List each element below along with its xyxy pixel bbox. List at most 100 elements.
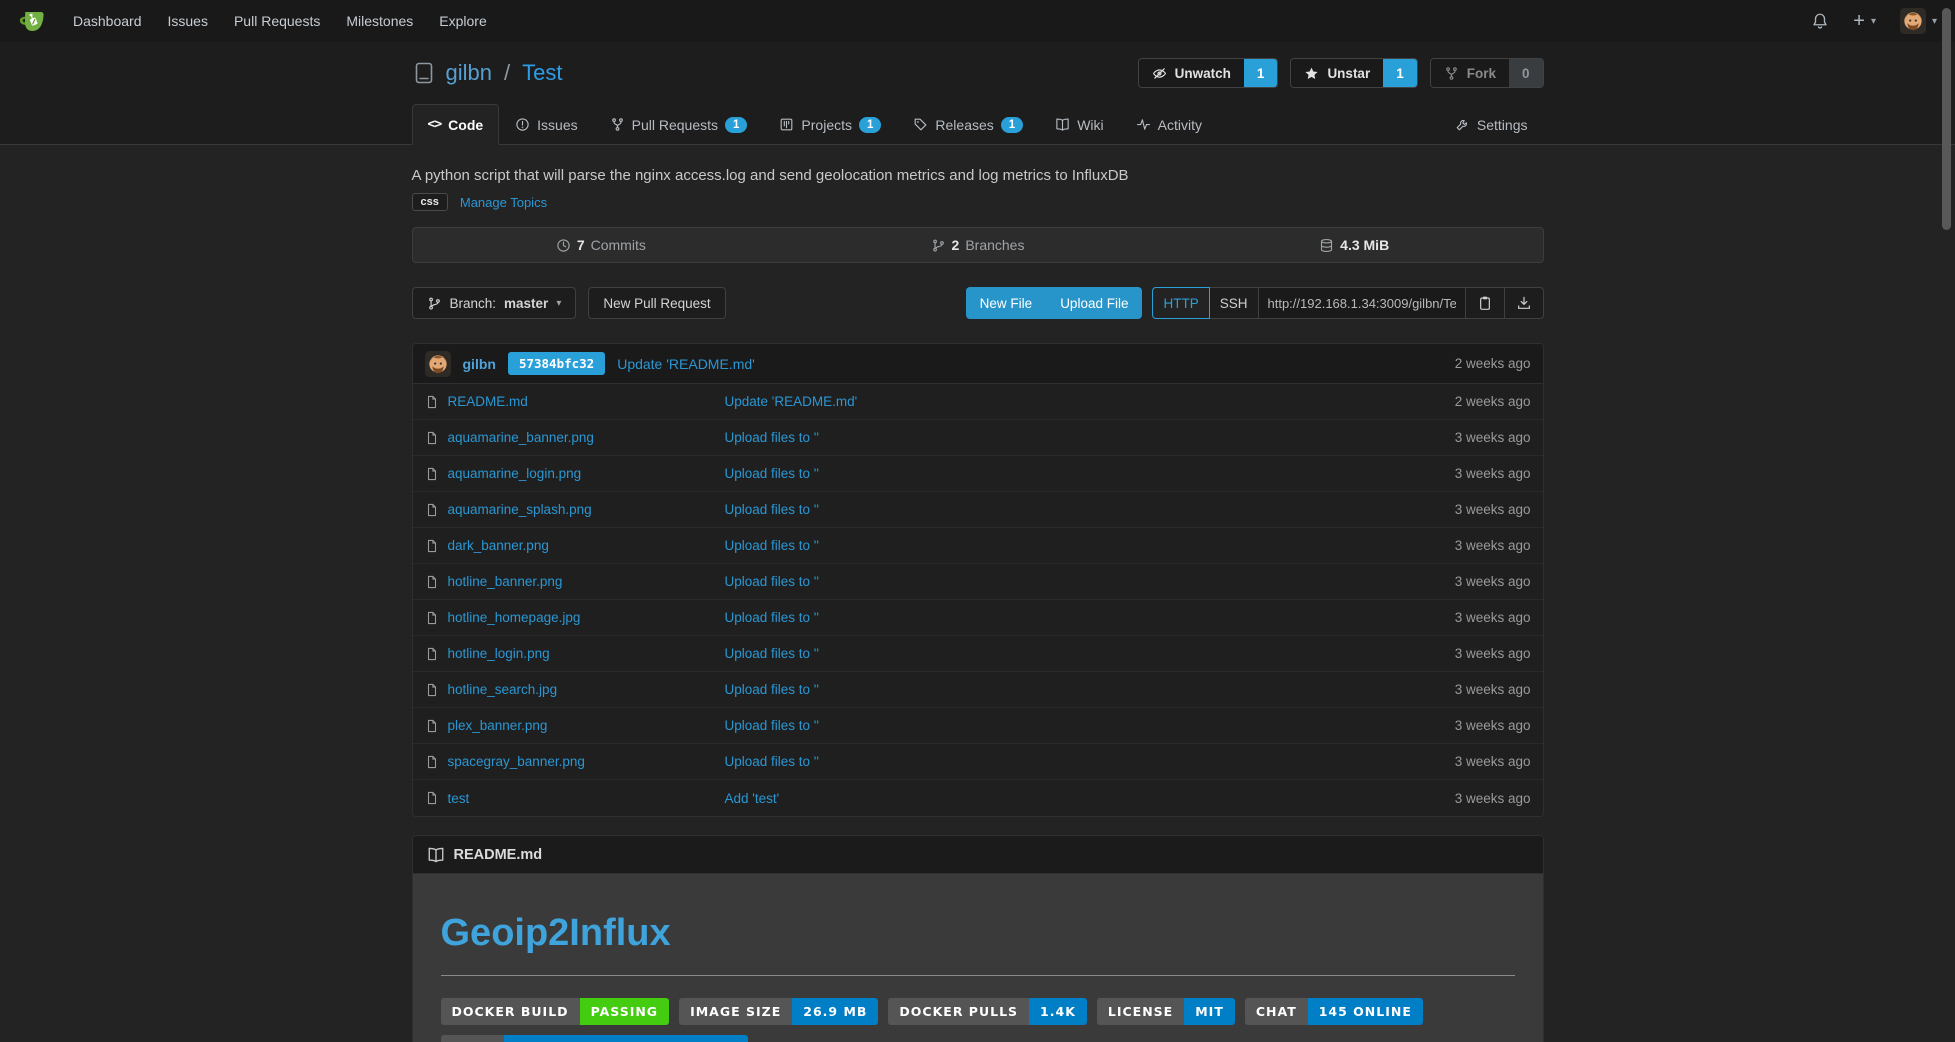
tab-wiki[interactable]: Wiki (1039, 104, 1119, 145)
gitea-logo[interactable] (18, 7, 47, 36)
unwatch-button[interactable]: Unwatch 1 (1138, 58, 1279, 88)
file-commit-message-link[interactable]: Upload files to '' (725, 466, 819, 481)
file-commit-message-link[interactable]: Upload files to '' (725, 646, 819, 661)
watch-count[interactable]: 1 (1244, 59, 1278, 87)
file-commit-message-link[interactable]: Upload files to '' (725, 610, 819, 625)
readme-badge[interactable]: IMAGE SIZE 26.9 MB (679, 998, 878, 1025)
file-link[interactable]: hotline_search.jpg (448, 682, 558, 697)
file-commit-message-link[interactable]: Upload files to '' (725, 430, 819, 445)
create-new-dropdown[interactable]: + ▾ (1853, 11, 1876, 31)
unstar-label: Unstar (1327, 66, 1370, 81)
star-count[interactable]: 1 (1383, 59, 1417, 87)
repo-name-link[interactable]: Test (522, 60, 562, 86)
tab-issues[interactable]: Issues (499, 104, 593, 145)
vertical-scrollbar-thumb[interactable] (1942, 8, 1951, 230)
file-link[interactable]: spacegray_banner.png (448, 754, 585, 769)
new-pull-request-label: New Pull Request (603, 296, 710, 311)
readme-badge[interactable]: CHAT 145 ONLINE (1245, 998, 1423, 1025)
file-name-cell: test (425, 791, 725, 806)
releases-count-badge: 1 (1001, 117, 1023, 133)
file-link[interactable]: test (448, 791, 470, 806)
file-link[interactable]: aquamarine_login.png (448, 466, 582, 481)
bell-icon (1811, 12, 1829, 30)
ssh-protocol-button[interactable]: SSH (1209, 287, 1259, 319)
navbar-link-pull-requests[interactable]: Pull Requests (234, 13, 320, 29)
chevron-down-icon: ▾ (1871, 16, 1876, 27)
notifications-button[interactable] (1811, 12, 1829, 30)
file-link[interactable]: hotline_login.png (448, 646, 550, 661)
file-link[interactable]: README.md (448, 394, 528, 409)
tab-pull-requests[interactable]: Pull Requests 1 (594, 104, 764, 145)
code-icon: <> (428, 117, 442, 132)
file-link[interactable]: aquamarine_banner.png (448, 430, 594, 445)
clone-url-input[interactable] (1258, 287, 1466, 319)
file-row: hotline_banner.png Upload files to '' 3 … (413, 564, 1543, 600)
navbar-link-dashboard[interactable]: Dashboard (73, 13, 142, 29)
tab-projects[interactable]: Projects 1 (763, 104, 897, 145)
file-row: aquamarine_login.png Upload files to '' … (413, 456, 1543, 492)
file-commit-message-link[interactable]: Update 'README.md' (725, 394, 858, 409)
readme-badge[interactable]: DOCKER PULLS 1.4K (888, 998, 1086, 1025)
file-link[interactable]: dark_banner.png (448, 538, 549, 553)
clipboard-icon (1477, 295, 1493, 311)
fork-icon (1444, 66, 1459, 81)
file-commit-message-cell: Upload files to '' (725, 430, 1381, 445)
file-link[interactable]: hotline_homepage.jpg (448, 610, 581, 625)
file-link[interactable]: aquamarine_splash.png (448, 502, 592, 517)
copy-url-button[interactable] (1465, 287, 1505, 319)
file-commit-message-link[interactable]: Upload files to '' (725, 718, 819, 733)
file-commit-message-link[interactable]: Upload files to '' (725, 574, 819, 589)
repo-size-stat[interactable]: 4.3 MiB (1166, 228, 1543, 262)
navbar-link-explore[interactable]: Explore (439, 13, 486, 29)
file-age: 3 weeks ago (1381, 610, 1531, 625)
navbar-link-issues[interactable]: Issues (168, 13, 208, 29)
branch-label: Branch: (450, 296, 497, 311)
commit-message-link[interactable]: Update 'README.md' (617, 356, 755, 372)
navbar-link-milestones[interactable]: Milestones (346, 13, 413, 29)
database-icon (1319, 238, 1334, 253)
file-age: 3 weeks ago (1381, 502, 1531, 517)
file-name-cell: aquamarine_login.png (425, 466, 725, 481)
file-action-buttons: New File Upload File (966, 287, 1143, 319)
repo-owner-link[interactable]: gilbn (446, 60, 492, 86)
tab-releases[interactable]: Releases 1 (897, 104, 1039, 145)
commit-author-avatar[interactable] (425, 351, 451, 377)
topic-chip-css[interactable]: css (412, 193, 448, 211)
branch-selector-dropdown[interactable]: Branch: master ▾ (412, 287, 577, 319)
file-icon (425, 575, 439, 589)
fork-button[interactable]: Fork 0 (1430, 58, 1544, 88)
commits-stat[interactable]: 7 Commits (413, 228, 790, 262)
file-name-cell: dark_banner.png (425, 538, 725, 553)
file-table: gilbn 57384bfc32 Update 'README.md' 2 we… (412, 343, 1544, 817)
tab-settings[interactable]: Settings (1439, 104, 1544, 145)
manage-topics-link[interactable]: Manage Topics (460, 195, 547, 210)
readme-badge[interactable]: BLOG TECHNICALRAMBLINGS.COM (441, 1035, 748, 1042)
branches-stat[interactable]: 2 Branches (789, 228, 1166, 262)
http-protocol-button[interactable]: HTTP (1152, 287, 1209, 319)
readme-badge[interactable]: LICENSE MIT (1097, 998, 1235, 1025)
user-menu-dropdown[interactable]: ▾ (1900, 8, 1937, 34)
new-pull-request-button[interactable]: New Pull Request (588, 287, 725, 319)
file-commit-message-cell: Upload files to '' (725, 574, 1381, 589)
file-commit-message-link[interactable]: Upload files to '' (725, 502, 819, 517)
file-link[interactable]: plex_banner.png (448, 718, 548, 733)
commit-author-link[interactable]: gilbn (463, 356, 496, 372)
file-link[interactable]: hotline_banner.png (448, 574, 563, 589)
download-button[interactable] (1504, 287, 1544, 319)
tab-activity[interactable]: Activity (1120, 104, 1218, 145)
upload-file-button[interactable]: Upload File (1046, 287, 1142, 319)
fork-label: Fork (1467, 66, 1496, 81)
new-file-button[interactable]: New File (966, 287, 1047, 319)
file-commit-message-link[interactable]: Upload files to '' (725, 682, 819, 697)
commit-sha-badge[interactable]: 57384bfc32 (508, 352, 605, 375)
commits-label: Commits (591, 237, 646, 253)
tab-code[interactable]: <> Code (412, 104, 500, 145)
unstar-button[interactable]: Unstar 1 (1290, 58, 1417, 88)
file-commit-message-link[interactable]: Add 'test' (725, 791, 780, 806)
file-age: 3 weeks ago (1381, 754, 1531, 769)
readme-badge[interactable]: DOCKER BUILD PASSING (441, 998, 670, 1025)
file-commit-message-link[interactable]: Upload files to '' (725, 538, 819, 553)
file-commit-message-cell: Upload files to '' (725, 754, 1381, 769)
file-commit-message-link[interactable]: Upload files to '' (725, 754, 819, 769)
fork-count[interactable]: 0 (1509, 59, 1543, 87)
